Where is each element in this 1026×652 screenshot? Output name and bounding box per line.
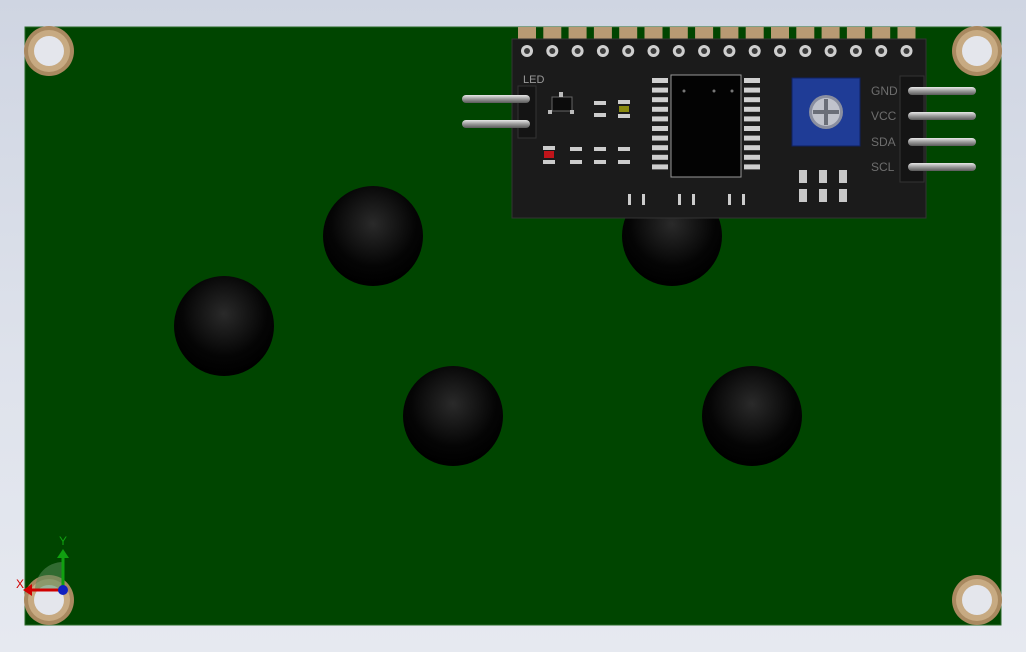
header-pin-hole bbox=[546, 45, 559, 57]
ic-pad bbox=[652, 126, 668, 131]
i2c-header-pin[interactable] bbox=[908, 163, 976, 171]
ic-pad bbox=[652, 145, 668, 151]
header-pin-tab bbox=[644, 27, 663, 39]
pin-label-scl: SCL bbox=[871, 160, 895, 174]
pin-label-vcc: VCC bbox=[871, 109, 897, 123]
mount-hole bbox=[952, 26, 1002, 76]
ic-pad bbox=[744, 154, 760, 160]
pin-label-gnd: GND bbox=[871, 84, 898, 98]
ic-pad bbox=[744, 106, 760, 112]
ic-pad bbox=[652, 164, 668, 170]
header-pin-hole bbox=[571, 45, 584, 57]
led-jumper-pin bbox=[462, 120, 530, 128]
mount-hole bbox=[24, 26, 74, 76]
mount-hole bbox=[952, 575, 1002, 625]
led-jumper-pin bbox=[462, 95, 530, 103]
header-pin-tab bbox=[669, 27, 688, 39]
header-pin-hole bbox=[521, 45, 533, 57]
header-pin-tab bbox=[619, 27, 638, 39]
ic-pad bbox=[652, 135, 668, 141]
header-pin-hole bbox=[596, 45, 609, 57]
led-silk-label: LED bbox=[523, 74, 544, 86]
boss bbox=[323, 186, 423, 286]
header-pin-hole bbox=[774, 45, 786, 57]
header-pin-tab bbox=[745, 27, 764, 39]
header-pin-tab bbox=[720, 27, 739, 39]
ic-pad bbox=[652, 116, 668, 122]
header-pin-hole bbox=[647, 45, 660, 57]
ic-pad bbox=[652, 78, 668, 83]
header-pin-tab bbox=[771, 27, 789, 39]
contrast-potentiometer[interactable] bbox=[791, 77, 861, 147]
header-pin-hole bbox=[698, 45, 711, 57]
header-pin-hole bbox=[672, 45, 685, 57]
ic-pad bbox=[652, 106, 668, 112]
header-pin-hole bbox=[748, 45, 761, 57]
ic-pad bbox=[744, 145, 760, 151]
header-pin-hole bbox=[824, 45, 837, 57]
header-pin-tab bbox=[821, 27, 840, 39]
header-pin-tab bbox=[543, 27, 562, 39]
triad-y-label: Y bbox=[59, 534, 67, 548]
pin-label-sda: SDA bbox=[871, 135, 896, 149]
header-pin-tab bbox=[872, 27, 891, 39]
header-pin-hole bbox=[875, 45, 888, 57]
boss bbox=[174, 276, 274, 376]
ic-pad bbox=[652, 87, 668, 93]
boss bbox=[403, 366, 503, 466]
i2c-header-pin[interactable] bbox=[908, 112, 976, 120]
triad-x-label: X bbox=[16, 577, 24, 591]
header-pin-tab bbox=[796, 27, 815, 39]
header-pin-hole bbox=[799, 45, 812, 57]
header-pin-tab bbox=[897, 27, 916, 39]
ic-pad bbox=[744, 126, 760, 131]
smd-led-red bbox=[543, 146, 555, 164]
header-pin-tab bbox=[846, 27, 865, 39]
ic-pad bbox=[744, 97, 760, 103]
header-pin-tab bbox=[593, 27, 612, 39]
ic-pad bbox=[744, 164, 760, 170]
boss bbox=[702, 366, 802, 466]
ic-pad bbox=[744, 116, 760, 122]
header-pin-tab bbox=[695, 27, 714, 39]
ic-pad bbox=[744, 78, 760, 83]
ic-pad bbox=[744, 87, 760, 93]
ic-pad bbox=[652, 97, 668, 103]
header-pin-tab bbox=[568, 27, 587, 39]
ic-pad bbox=[652, 154, 668, 160]
ic-pad bbox=[744, 135, 760, 141]
header-pin-hole bbox=[723, 45, 736, 57]
i2c-header-pin[interactable] bbox=[908, 138, 976, 146]
led-jumper-housing bbox=[517, 85, 537, 139]
i2c-header-pin[interactable] bbox=[908, 87, 976, 95]
header-pin-hole bbox=[900, 45, 913, 57]
header-pin-tab bbox=[518, 27, 536, 39]
header-pin-hole bbox=[622, 45, 635, 57]
header-pin-hole bbox=[849, 45, 862, 57]
cad-viewport[interactable]: LED GND VCC SDA SCL Y X bbox=[0, 0, 1026, 652]
i2c-module[interactable]: LED GND VCC SDA SCL bbox=[462, 27, 976, 219]
smd-led-yellow bbox=[618, 100, 630, 118]
